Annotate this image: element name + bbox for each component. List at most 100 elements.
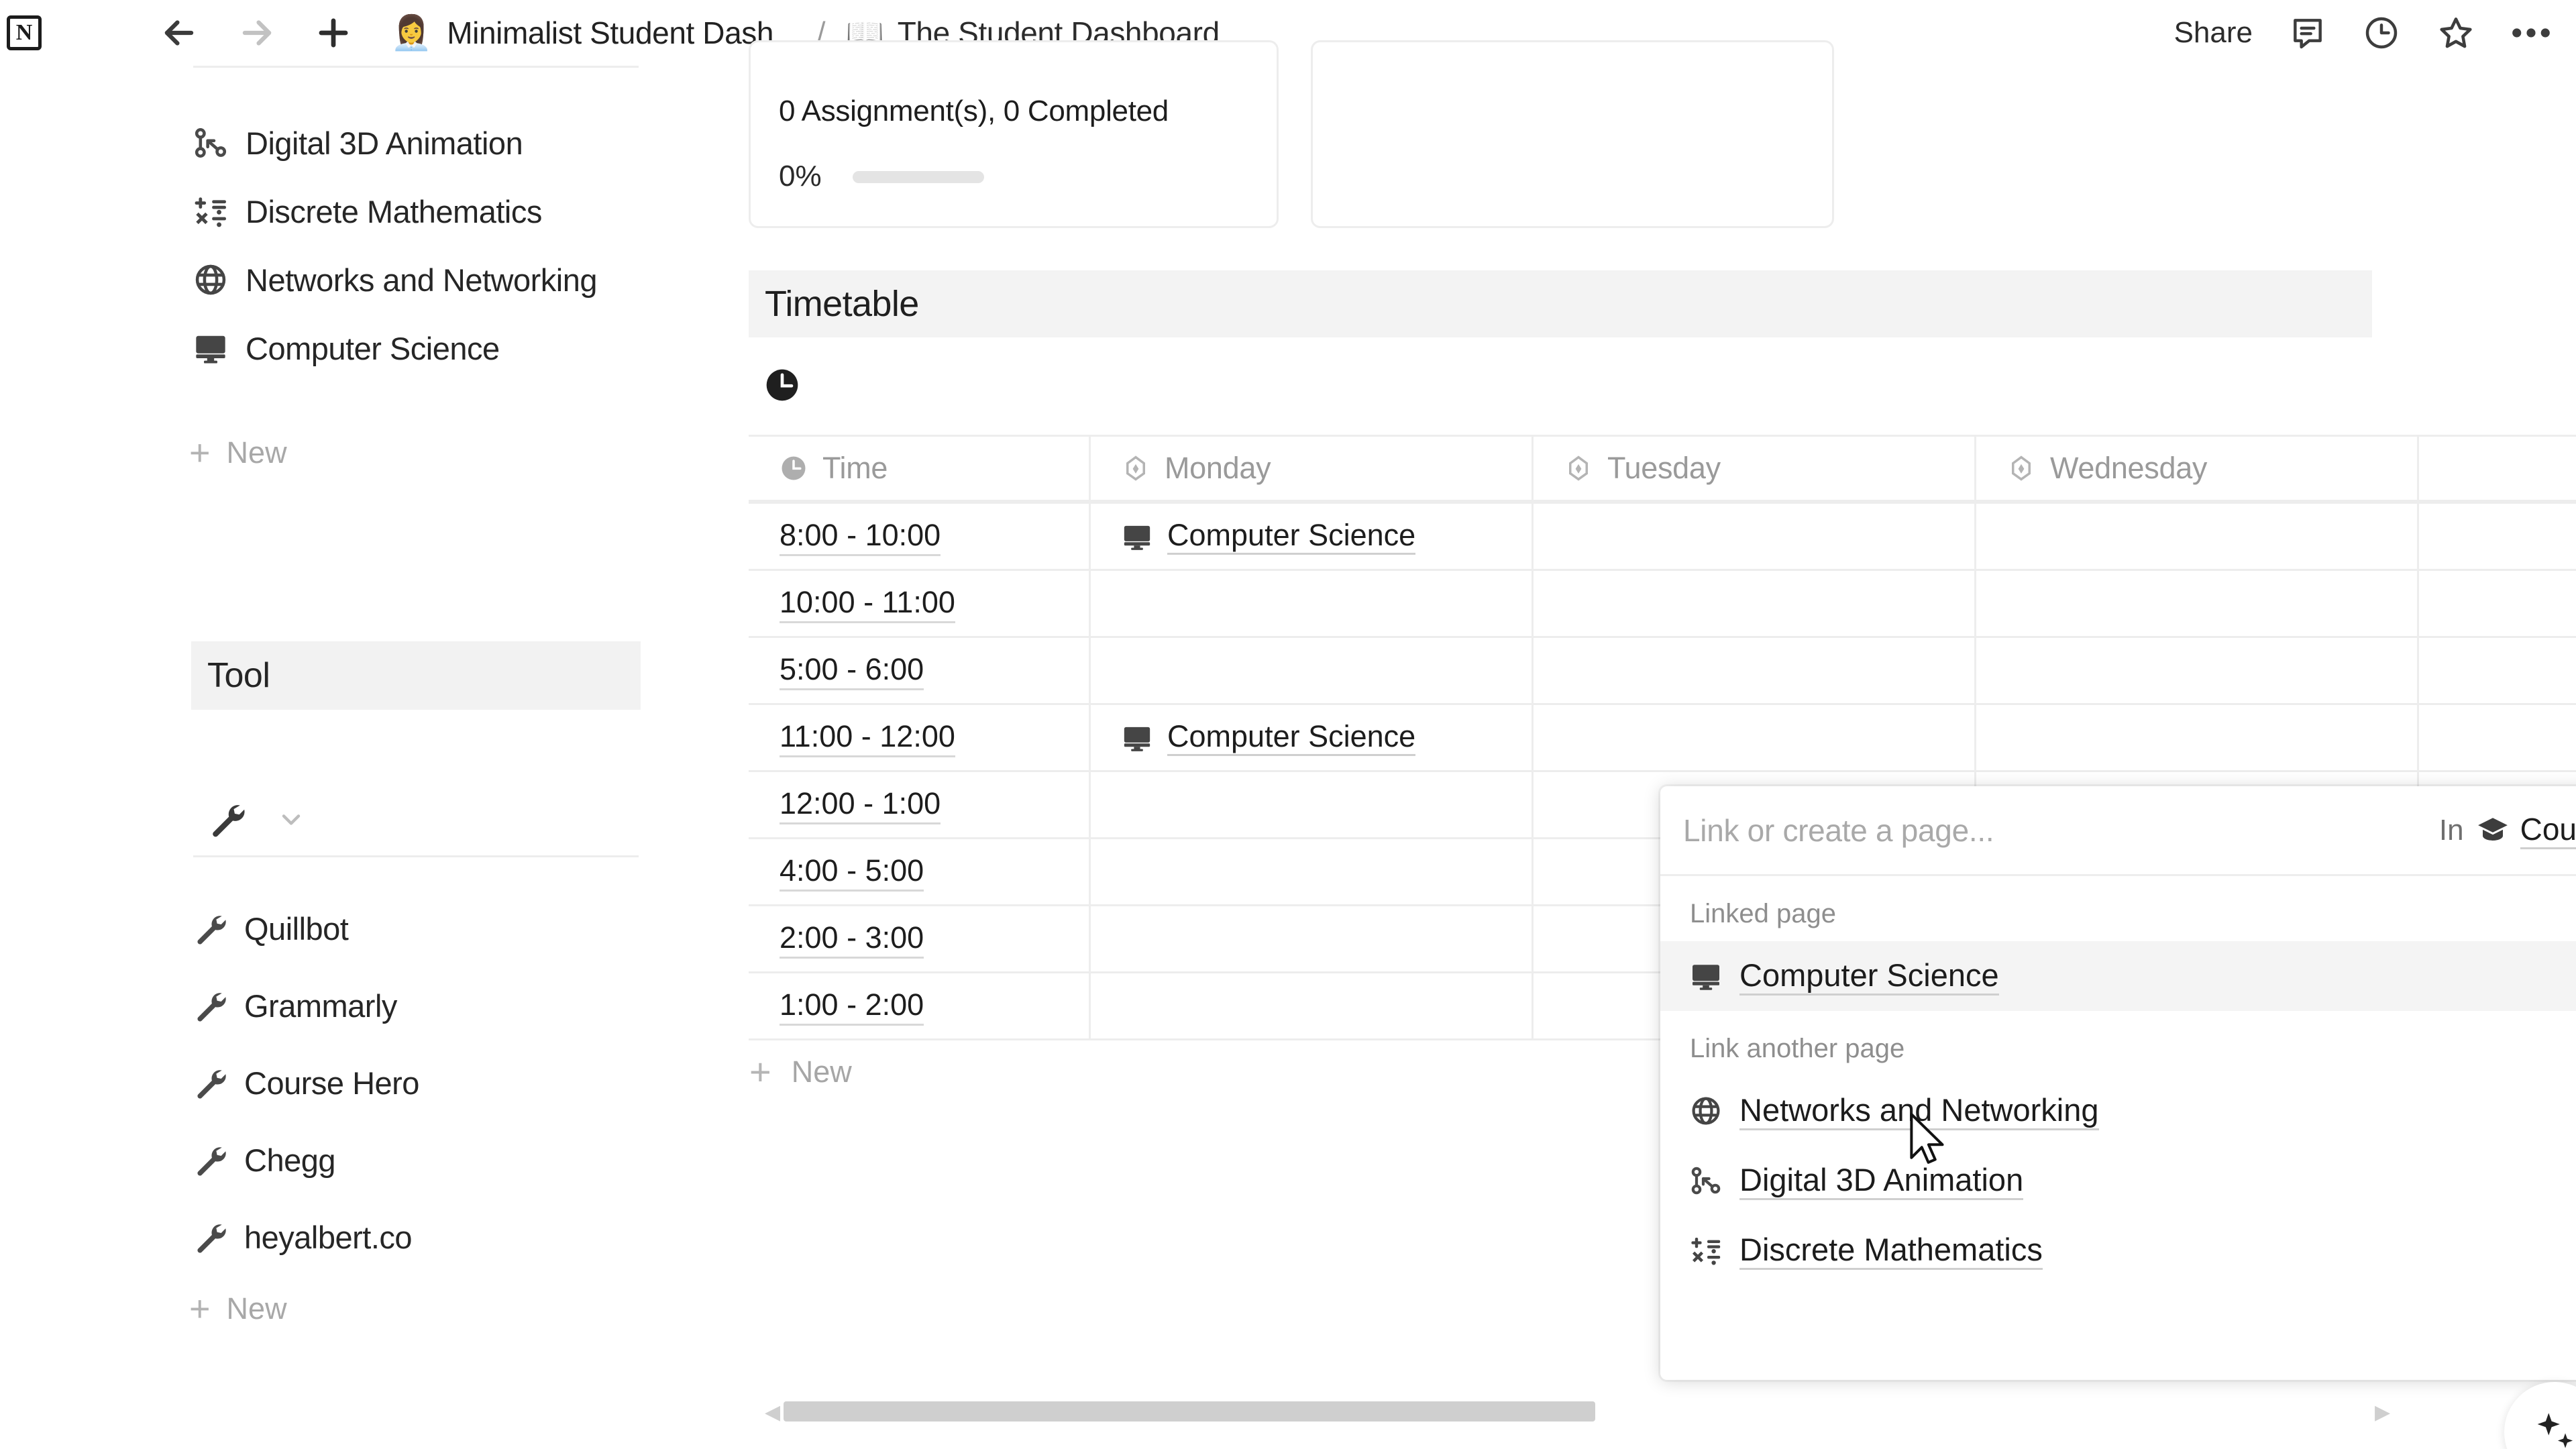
notion-logo[interactable]: N bbox=[7, 15, 42, 50]
star-icon[interactable] bbox=[2436, 13, 2475, 52]
notion-logo-letter: N bbox=[15, 20, 33, 45]
monitor-icon bbox=[1122, 722, 1152, 753]
sidebar-item-label: Digital 3D Animation bbox=[246, 125, 523, 161]
sidebar-item-digital-3d-animation[interactable]: Digital 3D Animation bbox=[193, 114, 663, 172]
popup-section-other: Link another page bbox=[1690, 1034, 1905, 1063]
chevron-right-icon[interactable]: ▶ bbox=[2375, 1403, 2390, 1423]
timetable-cell-wednesday[interactable] bbox=[1976, 571, 2419, 636]
sidebar-tool-heyalbert[interactable]: heyalbert.co bbox=[193, 1208, 663, 1266]
timetable-cell-wednesday[interactable] bbox=[1976, 705, 2419, 770]
popup-in-page-label[interactable]: Cou bbox=[2520, 811, 2576, 849]
sidebar-tool-course-hero[interactable]: Course Hero bbox=[193, 1054, 663, 1112]
sidebar-item-computer-science[interactable]: Computer Science bbox=[193, 319, 663, 377]
arrow-left-icon[interactable] bbox=[158, 12, 200, 54]
timetable-cell-time[interactable]: 12:00 - 1:00 bbox=[749, 772, 1091, 837]
arrow-right-icon[interactable] bbox=[236, 12, 278, 54]
sidebar-tool-label: Chegg bbox=[244, 1142, 336, 1178]
assignment-card[interactable]: 0 Assignment(s), 0 Completed 0% bbox=[749, 40, 1279, 228]
timetable-cell-monday[interactable] bbox=[1091, 772, 1534, 837]
sidebar-item-label: Discrete Mathematics bbox=[246, 193, 542, 229]
secondary-card[interactable] bbox=[1311, 40, 1834, 228]
timetable-cell-monday[interactable] bbox=[1091, 571, 1534, 636]
nib-icon bbox=[2007, 454, 2035, 482]
timetable-cell-wednesday[interactable] bbox=[1976, 504, 2419, 569]
timetable-cell-monday[interactable] bbox=[1091, 973, 1534, 1038]
tool-section-header[interactable]: Tool bbox=[191, 641, 641, 710]
chevron-down-icon[interactable] bbox=[276, 804, 306, 834]
timetable-time-value: 1:00 - 2:00 bbox=[780, 986, 924, 1026]
table-row[interactable]: 11:00 - 12:00 Computer Science bbox=[749, 703, 2576, 770]
timetable-col-monday[interactable]: Monday bbox=[1091, 437, 1534, 500]
timetable-cell-time[interactable]: 1:00 - 2:00 bbox=[749, 973, 1091, 1038]
graduation-cap-icon bbox=[2476, 814, 2510, 847]
timetable-cell-time[interactable]: 10:00 - 11:00 bbox=[749, 571, 1091, 636]
sidebar-tool-new-button[interactable]: + New bbox=[189, 1291, 287, 1327]
tool-section-title: Tool bbox=[207, 656, 270, 695]
timetable-cell-time[interactable]: 5:00 - 6:00 bbox=[749, 638, 1091, 703]
timetable-col-time[interactable]: Time bbox=[749, 437, 1091, 500]
workspace-avatar[interactable]: 👩‍💼 bbox=[390, 16, 432, 50]
link-search-input[interactable]: Link or create a page... bbox=[1683, 812, 2439, 849]
sidebar-new-page-button[interactable]: + New bbox=[189, 435, 287, 471]
timetable-heading: Timetable bbox=[765, 284, 919, 324]
timetable-cell-tuesday[interactable] bbox=[1534, 504, 1976, 569]
table-row[interactable]: 10:00 - 11:00 bbox=[749, 569, 2576, 636]
timetable-page-link[interactable]: Computer Science bbox=[1167, 719, 1416, 756]
timetable-col-wednesday[interactable]: Wednesday bbox=[1976, 437, 2419, 500]
timetable-cell-wednesday[interactable] bbox=[1976, 638, 2419, 703]
share-button[interactable]: Share bbox=[2174, 16, 2253, 50]
assignment-summary: 0 Assignment(s), 0 Completed bbox=[779, 95, 1169, 127]
timetable-col-label: Time bbox=[822, 451, 888, 485]
sidebar-item-networks-and-networking[interactable]: Networks and Networking bbox=[193, 251, 663, 309]
popup-linked-item-computer-science[interactable]: Computer Science bbox=[1660, 941, 2576, 1011]
timetable-cell-monday[interactable] bbox=[1091, 839, 1534, 904]
timetable-col-label: Tuesday bbox=[1607, 451, 1721, 485]
popup-item-networks-and-networking[interactable]: Networks and Networking bbox=[1660, 1076, 2576, 1146]
scrollbar-thumb[interactable] bbox=[784, 1401, 1595, 1421]
nib-icon bbox=[1564, 454, 1593, 482]
timetable-cell-tuesday[interactable] bbox=[1534, 638, 1976, 703]
timetable-cell-monday[interactable] bbox=[1091, 638, 1534, 703]
wrench-icon bbox=[193, 912, 227, 945]
sidebar: Digital 3D Animation Discrete Mathematic… bbox=[0, 66, 731, 1449]
timetable-cell-time[interactable]: 11:00 - 12:00 bbox=[749, 705, 1091, 770]
timetable-col-tuesday[interactable]: Tuesday bbox=[1534, 437, 1976, 500]
timetable-cell-monday[interactable]: Computer Science bbox=[1091, 705, 1534, 770]
table-row[interactable]: 8:00 - 10:00 Computer Science bbox=[749, 502, 2576, 569]
timetable-cell-time[interactable]: 8:00 - 10:00 bbox=[749, 504, 1091, 569]
popup-item-digital-3d-animation[interactable]: Digital 3D Animation bbox=[1660, 1146, 2576, 1216]
sparkle-icon bbox=[2531, 1409, 2576, 1449]
breadcrumb-parent[interactable]: Minimalist Student Dash... bbox=[447, 15, 798, 51]
graph-nodes-icon bbox=[1690, 1165, 1722, 1197]
wrench-icon bbox=[193, 989, 227, 1022]
timetable-time-value: 4:00 - 5:00 bbox=[780, 852, 924, 892]
popup-search-row[interactable]: Link or create a page... In Cou bbox=[1660, 786, 2576, 876]
timetable-cell-monday[interactable] bbox=[1091, 906, 1534, 971]
sidebar-tool-quillbot[interactable]: Quillbot bbox=[193, 900, 663, 957]
horizontal-scrollbar[interactable]: ◀ bbox=[765, 1397, 1677, 1426]
globe-icon bbox=[1690, 1095, 1722, 1127]
plus-icon[interactable] bbox=[313, 12, 354, 54]
clock-icon[interactable] bbox=[2363, 14, 2400, 52]
timetable-cell-tuesday[interactable] bbox=[1534, 705, 1976, 770]
tool-section-toggle-row[interactable] bbox=[208, 800, 306, 838]
comment-icon[interactable] bbox=[2289, 14, 2326, 52]
popup-item-discrete-mathematics[interactable]: Discrete Mathematics bbox=[1660, 1216, 2576, 1285]
hamburger-icon[interactable] bbox=[79, 16, 122, 50]
table-row[interactable]: 5:00 - 6:00 bbox=[749, 636, 2576, 703]
timetable-cell-time[interactable]: 4:00 - 5:00 bbox=[749, 839, 1091, 904]
sidebar-tool-grammarly[interactable]: Grammarly bbox=[193, 977, 663, 1034]
ellipsis-icon[interactable] bbox=[2512, 25, 2551, 41]
math-operators-icon bbox=[193, 194, 228, 229]
sidebar-item-discrete-mathematics[interactable]: Discrete Mathematics bbox=[193, 182, 663, 240]
sidebar-divider-tool bbox=[193, 855, 639, 857]
chevron-left-icon[interactable]: ◀ bbox=[765, 1403, 780, 1423]
timetable-page-link[interactable]: Computer Science bbox=[1167, 518, 1416, 555]
timetable-cell-time[interactable]: 2:00 - 3:00 bbox=[749, 906, 1091, 971]
timetable-cell-monday[interactable]: Computer Science bbox=[1091, 504, 1534, 569]
timetable-cell-tuesday[interactable] bbox=[1534, 571, 1976, 636]
math-operators-icon bbox=[1690, 1234, 1722, 1267]
link-page-popup[interactable]: Link or create a page... In Cou Linked p… bbox=[1660, 786, 2576, 1380]
timetable-heading-block[interactable]: Timetable bbox=[749, 270, 2372, 337]
sidebar-tool-chegg[interactable]: Chegg bbox=[193, 1131, 663, 1189]
